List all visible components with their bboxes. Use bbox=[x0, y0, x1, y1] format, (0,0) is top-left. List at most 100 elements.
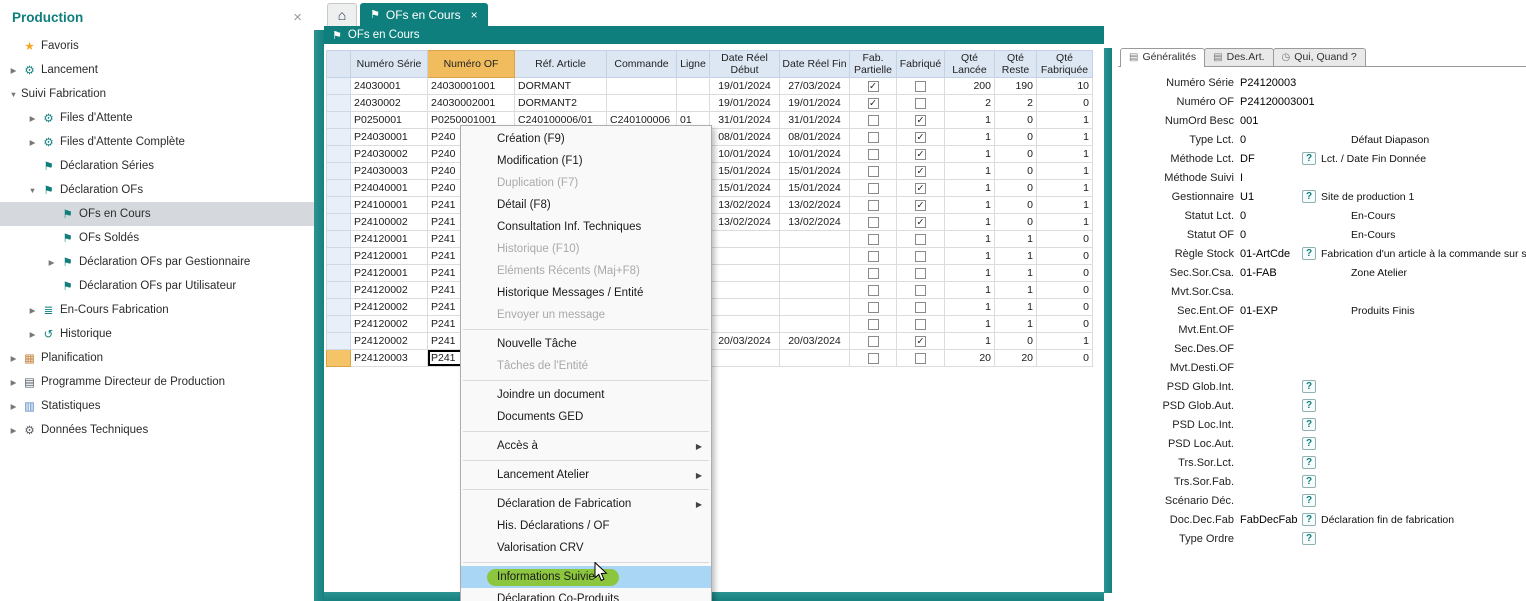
menu-item-acces-a[interactable]: Accès à▶ bbox=[461, 435, 711, 457]
sidebar-item-lancement[interactable]: ▶⚙Lancement bbox=[0, 58, 314, 82]
cell-debut[interactable]: 13/02/2024 bbox=[710, 214, 780, 231]
cell-qte_fabriquee[interactable]: 0 bbox=[1037, 350, 1093, 367]
cell-fab_partielle[interactable] bbox=[850, 316, 897, 333]
unchecked-checkbox-icon[interactable] bbox=[868, 115, 879, 126]
cell-fab_partielle[interactable] bbox=[850, 299, 897, 316]
checked-checkbox-icon[interactable]: ✓ bbox=[915, 166, 926, 177]
cell-qte_reste[interactable]: 190 bbox=[995, 78, 1037, 95]
menu-item-modification-f1[interactable]: Modification (F1) bbox=[461, 150, 711, 172]
menu-item-consultation-inf-techniques[interactable]: Consultation Inf. Techniques bbox=[461, 216, 711, 238]
cell-fin[interactable] bbox=[780, 316, 850, 333]
sidebar-item-statistiques[interactable]: ▶▥Statistiques bbox=[0, 394, 314, 418]
cell-qte_fabriquee[interactable]: 1 bbox=[1037, 146, 1093, 163]
sidebar-item-favoris[interactable]: ★Favoris bbox=[0, 34, 314, 58]
close-icon[interactable]: × bbox=[471, 8, 478, 22]
cell-debut[interactable] bbox=[710, 350, 780, 367]
cell-debut[interactable]: 31/01/2024 bbox=[710, 112, 780, 129]
cell-debut[interactable]: 20/03/2024 bbox=[710, 333, 780, 350]
cell-fabrique[interactable] bbox=[897, 248, 945, 265]
checked-checkbox-icon[interactable]: ✓ bbox=[868, 98, 879, 109]
field-value[interactable]: P24120003001 bbox=[1240, 96, 1302, 108]
row-selector[interactable] bbox=[327, 180, 351, 197]
menu-item-historique-messages-entite[interactable]: Historique Messages / Entité bbox=[461, 282, 711, 304]
cell-debut[interactable]: 10/01/2024 bbox=[710, 146, 780, 163]
cell-fin[interactable] bbox=[780, 299, 850, 316]
cell-qte_reste[interactable]: 0 bbox=[995, 129, 1037, 146]
chevron-right-icon[interactable]: ▶ bbox=[6, 66, 21, 75]
detail-tab-generalites[interactable]: ▤Généralités bbox=[1120, 48, 1205, 67]
cell-fab_partielle[interactable] bbox=[850, 112, 897, 129]
cell-qte_fabriquee[interactable]: 0 bbox=[1037, 316, 1093, 333]
row-selector[interactable] bbox=[327, 333, 351, 350]
cell-fin[interactable]: 15/01/2024 bbox=[780, 163, 850, 180]
cell-qte_fabriquee[interactable]: 0 bbox=[1037, 231, 1093, 248]
field-value[interactable]: P24120003 bbox=[1240, 77, 1302, 89]
cell-serie[interactable]: P24120002 bbox=[351, 333, 428, 350]
col-header-date-reel-fin[interactable]: Date Réel Fin bbox=[780, 51, 850, 78]
cell-serie[interactable]: P0250001 bbox=[351, 112, 428, 129]
col-header-qte-lancee[interactable]: Qté Lancée bbox=[945, 51, 995, 78]
cell-commande[interactable] bbox=[607, 95, 677, 112]
cell-fabrique[interactable] bbox=[897, 299, 945, 316]
cell-fin[interactable] bbox=[780, 248, 850, 265]
help-icon[interactable]: ? bbox=[1302, 513, 1316, 526]
help-icon[interactable]: ? bbox=[1302, 494, 1316, 507]
col-header-commande[interactable]: Commande bbox=[607, 51, 677, 78]
tab-ofs-en-cours[interactable]: ⚑ OFs en Cours × bbox=[360, 3, 488, 26]
cell-serie[interactable]: P24100002 bbox=[351, 214, 428, 231]
cell-fab_partielle[interactable] bbox=[850, 197, 897, 214]
checked-checkbox-icon[interactable]: ✓ bbox=[915, 149, 926, 160]
checked-checkbox-icon[interactable]: ✓ bbox=[915, 115, 926, 126]
cell-ref[interactable]: DORMANT bbox=[515, 78, 607, 95]
cell-fab_partielle[interactable] bbox=[850, 282, 897, 299]
cell-fabrique[interactable]: ✓ bbox=[897, 146, 945, 163]
cell-qte_fabriquee[interactable]: 0 bbox=[1037, 95, 1093, 112]
help-icon[interactable]: ? bbox=[1302, 418, 1316, 431]
col-header-fab-partielle[interactable]: Fab. Partielle bbox=[850, 51, 897, 78]
cell-debut[interactable]: 19/01/2024 bbox=[710, 78, 780, 95]
cell-qte_lancee[interactable]: 200 bbox=[945, 78, 995, 95]
cell-debut[interactable] bbox=[710, 231, 780, 248]
unchecked-checkbox-icon[interactable] bbox=[915, 302, 926, 313]
cell-fin[interactable]: 15/01/2024 bbox=[780, 180, 850, 197]
cell-ligne[interactable] bbox=[677, 95, 710, 112]
cell-qte_reste[interactable]: 1 bbox=[995, 231, 1037, 248]
menu-item-informations-suivie[interactable]: Informations Suivie bbox=[461, 566, 711, 588]
row-selector[interactable] bbox=[327, 129, 351, 146]
cell-fab_partielle[interactable] bbox=[850, 214, 897, 231]
cell-qte_lancee[interactable]: 1 bbox=[945, 112, 995, 129]
cell-qte_fabriquee[interactable]: 0 bbox=[1037, 265, 1093, 282]
cell-debut[interactable] bbox=[710, 248, 780, 265]
chevron-right-icon[interactable]: ▶ bbox=[6, 378, 21, 387]
cell-serie[interactable]: 24030001 bbox=[351, 78, 428, 95]
cell-debut[interactable] bbox=[710, 299, 780, 316]
cell-fabrique[interactable]: ✓ bbox=[897, 163, 945, 180]
cell-serie[interactable]: P24100001 bbox=[351, 197, 428, 214]
cell-qte_reste[interactable]: 20 bbox=[995, 350, 1037, 367]
field-value[interactable]: 01-EXP bbox=[1240, 305, 1302, 317]
cell-fabrique[interactable] bbox=[897, 316, 945, 333]
cell-fin[interactable]: 27/03/2024 bbox=[780, 78, 850, 95]
detail-tab-des-art[interactable]: ▤Des.Art. bbox=[1204, 48, 1273, 66]
row-selector[interactable] bbox=[327, 112, 351, 129]
cell-qte_lancee[interactable]: 1 bbox=[945, 197, 995, 214]
chevron-right-icon[interactable]: ▶ bbox=[25, 138, 40, 147]
row-selector[interactable] bbox=[327, 197, 351, 214]
tab-home[interactable]: ⌂ bbox=[327, 3, 357, 26]
cell-qte_lancee[interactable]: 1 bbox=[945, 163, 995, 180]
menu-item-creation-f9[interactable]: Création (F9) bbox=[461, 128, 711, 150]
unchecked-checkbox-icon[interactable] bbox=[868, 353, 879, 364]
cell-qte_lancee[interactable]: 1 bbox=[945, 299, 995, 316]
help-icon[interactable]: ? bbox=[1302, 456, 1316, 469]
checked-checkbox-icon[interactable]: ✓ bbox=[915, 200, 926, 211]
cell-debut[interactable]: 15/01/2024 bbox=[710, 180, 780, 197]
col-header-ref-article[interactable]: Réf. Article bbox=[515, 51, 607, 78]
cell-fab_partielle[interactable] bbox=[850, 129, 897, 146]
menu-item-duplication-f7[interactable]: Duplication (F7) bbox=[461, 172, 711, 194]
cell-fabrique[interactable] bbox=[897, 95, 945, 112]
unchecked-checkbox-icon[interactable] bbox=[868, 319, 879, 330]
cell-serie[interactable]: P24040001 bbox=[351, 180, 428, 197]
checked-checkbox-icon[interactable]: ✓ bbox=[915, 336, 926, 347]
cell-of[interactable]: 24030002001 bbox=[428, 95, 515, 112]
sidebar-item-en-cours-fabrication[interactable]: ▶≣En-Cours Fabrication bbox=[0, 298, 314, 322]
